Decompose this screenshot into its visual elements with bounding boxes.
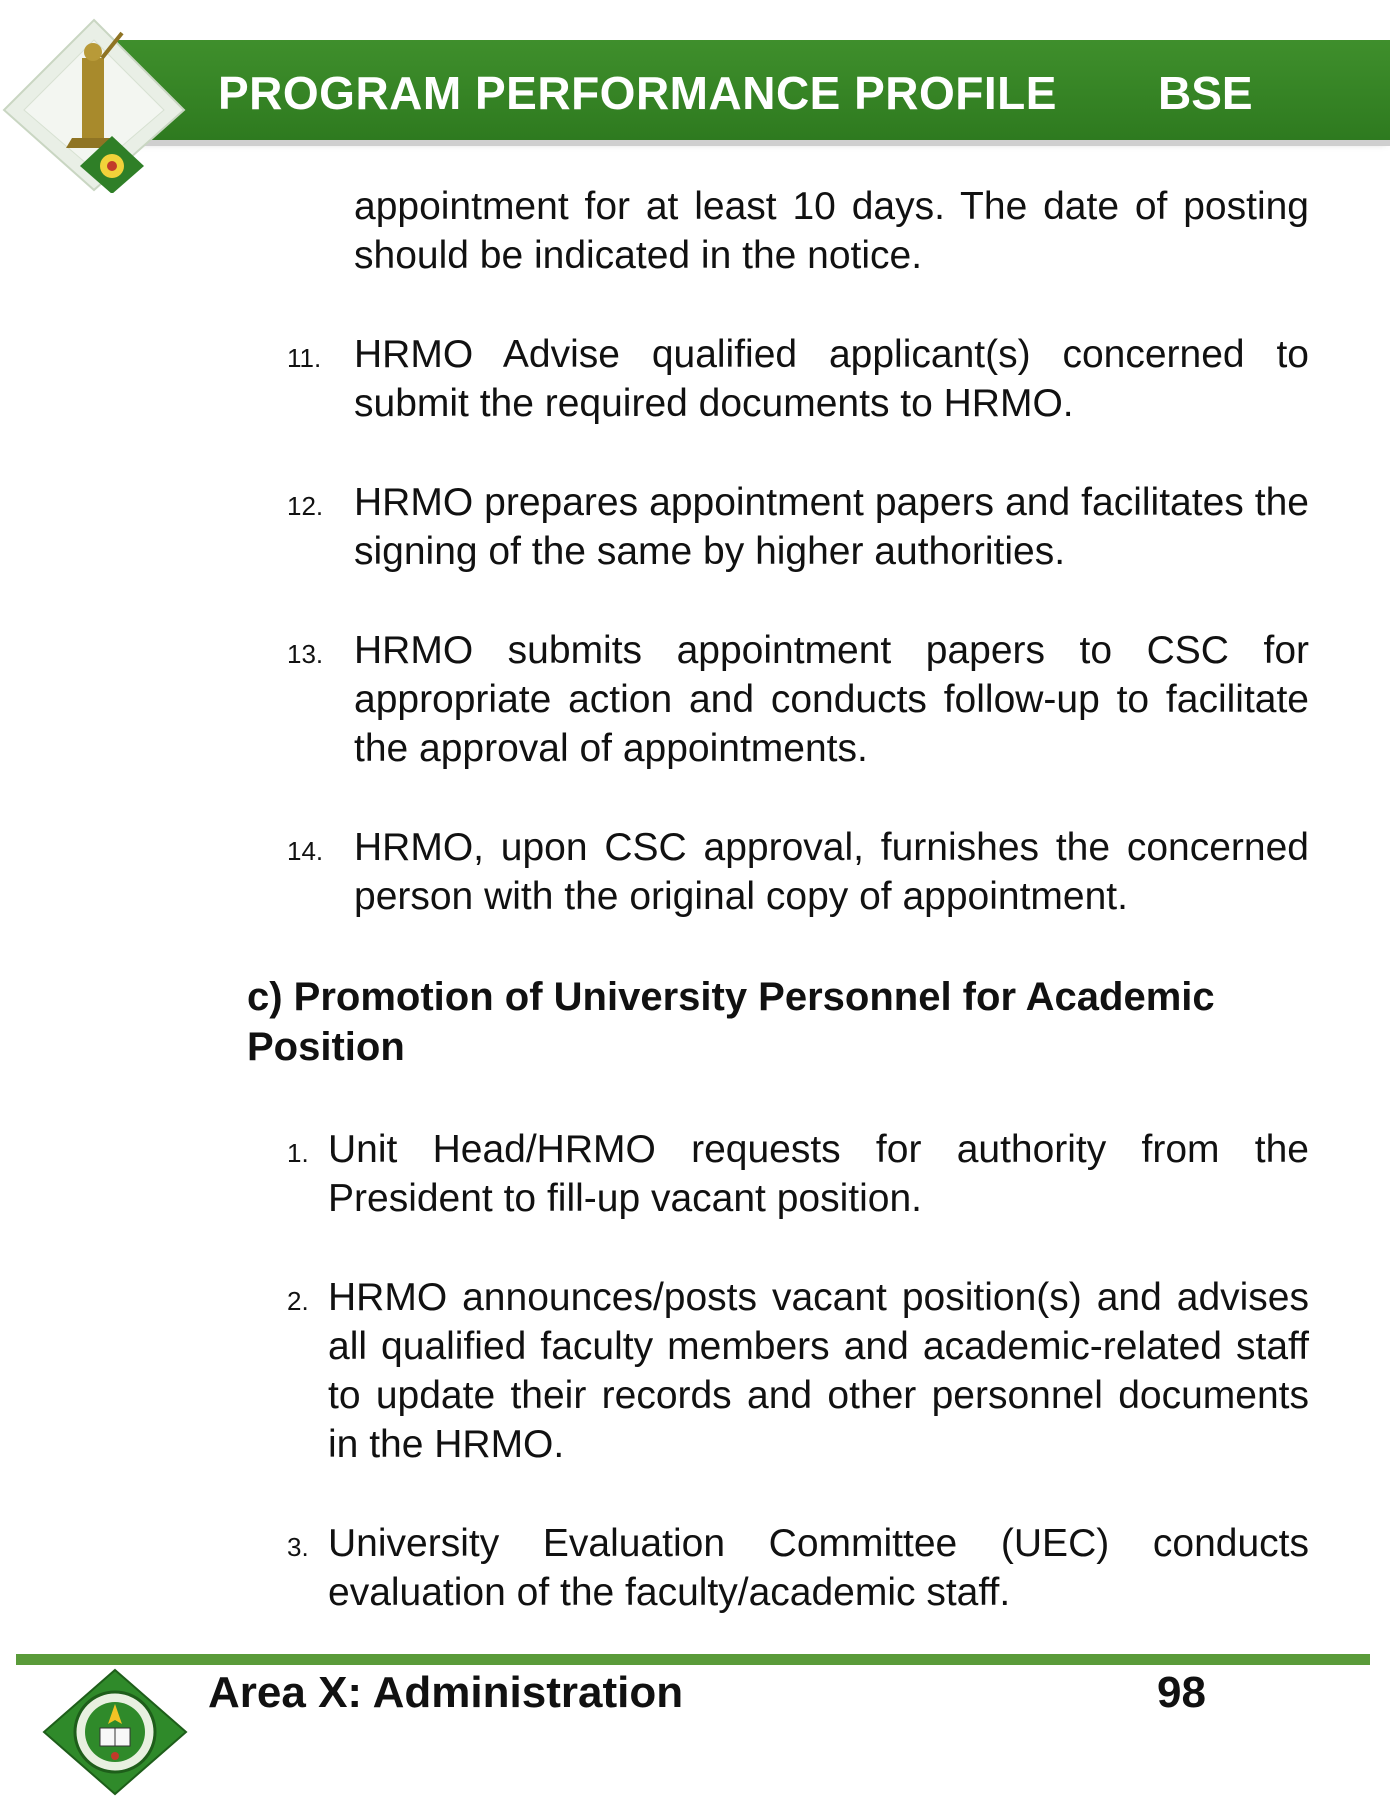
footer-area-title: Area X: Administration: [208, 1668, 684, 1717]
university-seal-logo: [42, 1668, 188, 1796]
header-program-code: BSE: [1158, 67, 1253, 119]
list-item-number: 14.: [287, 836, 324, 866]
list-item: HRMO submits appointment papers to CSC f…: [354, 629, 1309, 770]
list-item-number: 13.: [287, 639, 324, 669]
list-item: HRMO Advise qualified applicant(s) conce…: [354, 333, 1309, 425]
list-item-number: 2.: [287, 1286, 309, 1316]
continuation-paragraph: appointment for at least 10 days. The da…: [354, 185, 1309, 277]
list-item-number: 11.: [287, 343, 322, 373]
list-item: HRMO prepares appointment papers and fac…: [354, 481, 1309, 573]
list-item: Unit Head/HRMO requests for authority fr…: [328, 1128, 1309, 1220]
page-number: 98: [1157, 1668, 1206, 1717]
list-item-number: 1.: [287, 1138, 309, 1168]
header-title: PROGRAM PERFORMANCE PROFILE: [218, 67, 1057, 119]
list-item: University Evaluation Committee (UEC) co…: [328, 1522, 1309, 1614]
university-seal-statue-logo: [2, 18, 186, 193]
footer-rule: [16, 1654, 1370, 1665]
header-stripe: [130, 140, 1390, 146]
list-item-number: 3.: [287, 1532, 309, 1562]
list-item: HRMO announces/posts vacant position(s) …: [328, 1276, 1309, 1466]
section-heading: c) Promotion of University Personnel for…: [247, 975, 1215, 1069]
list-item-number: 12.: [287, 491, 324, 521]
list-item: HRMO, upon CSC approval, furnishes the c…: [354, 826, 1309, 918]
